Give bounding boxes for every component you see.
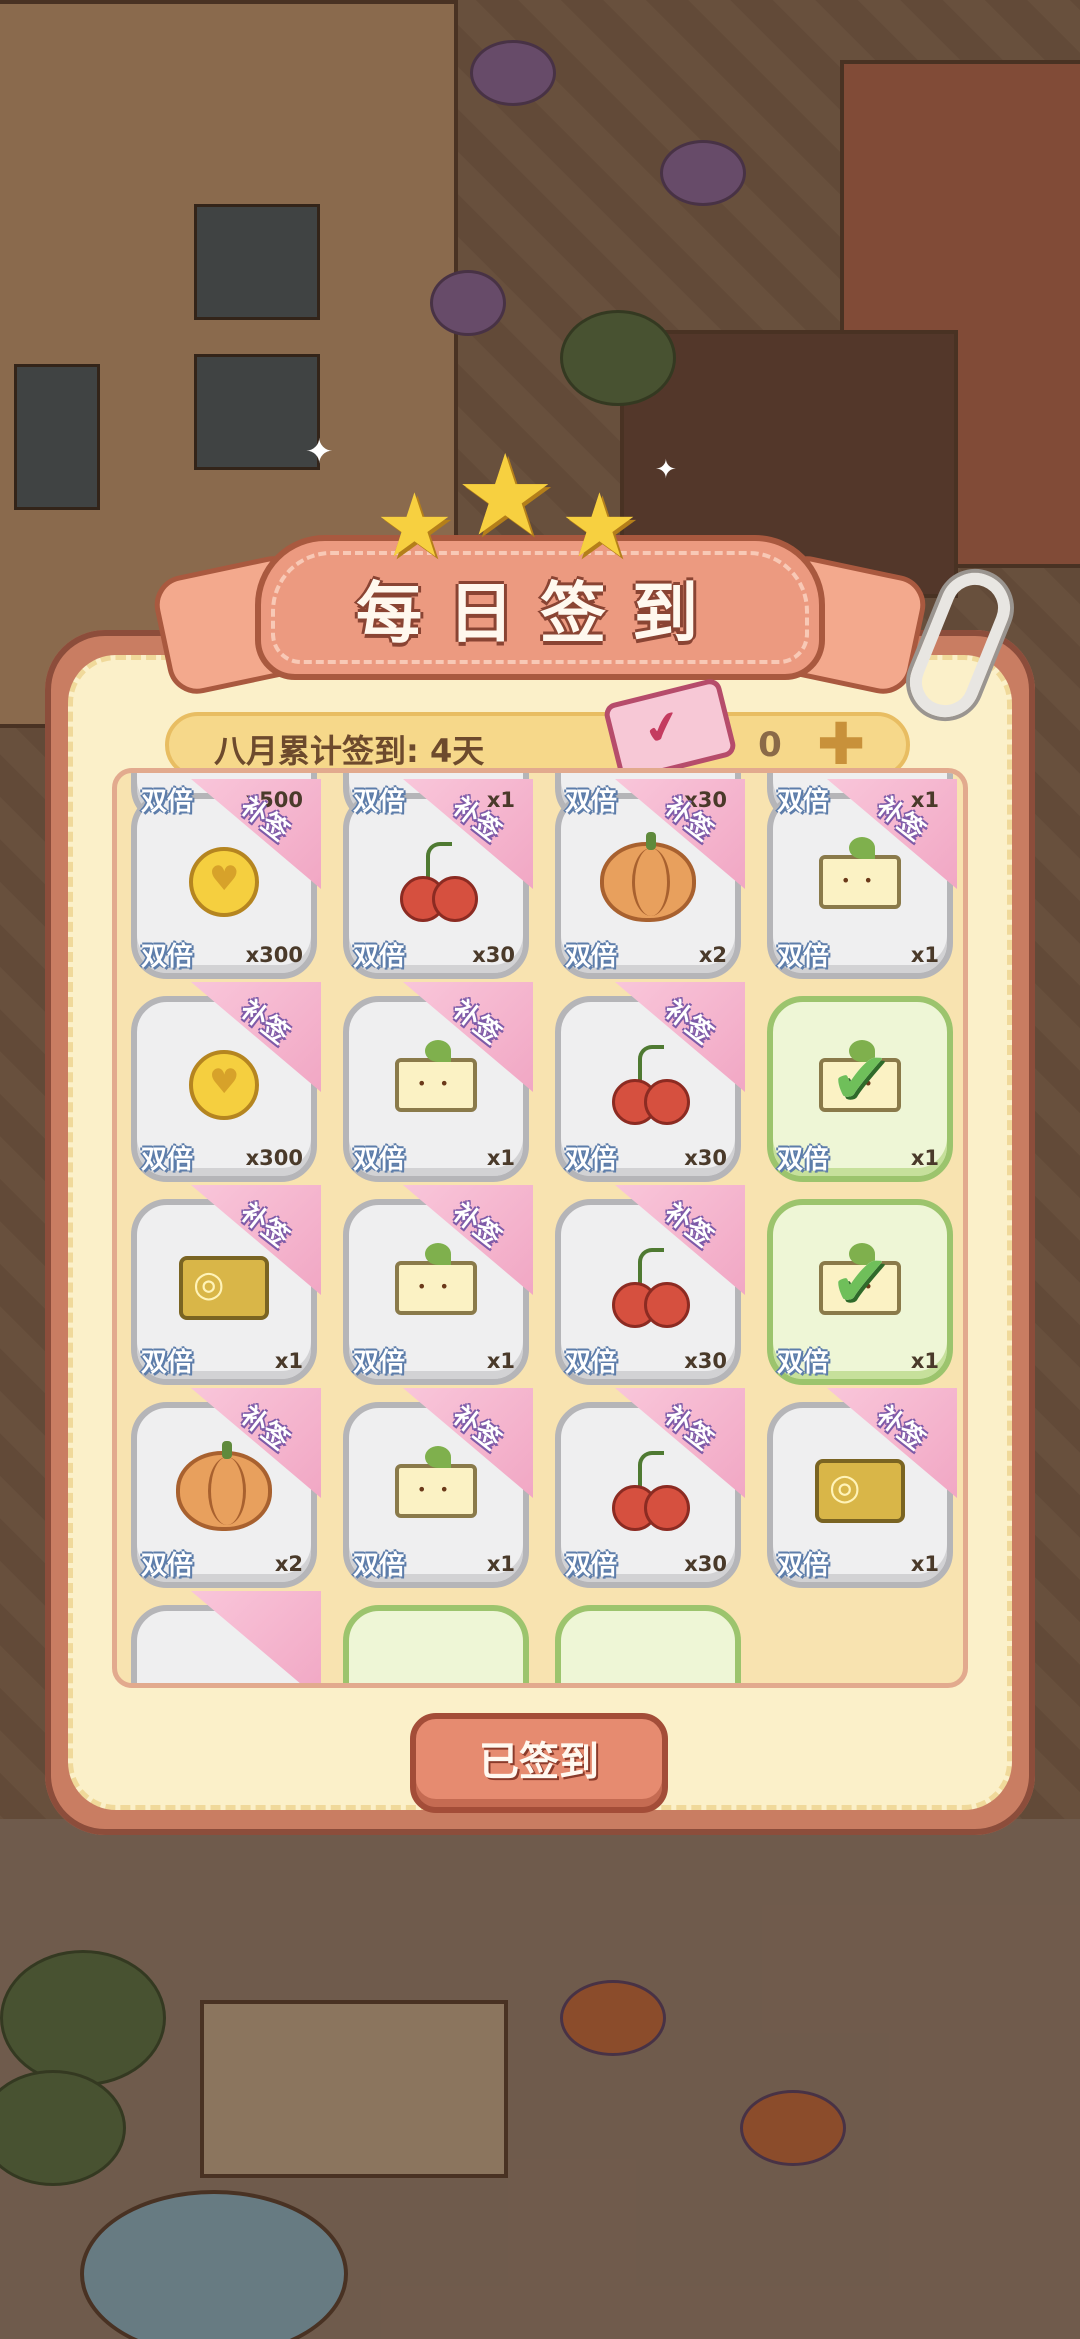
- cherry-icon: [396, 842, 478, 923]
- cherry-icon: [608, 1451, 690, 1532]
- reward-cell-makeup[interactable]: 补签 双倍 x30: [555, 982, 745, 1182]
- reward-quantity: x1: [486, 1349, 515, 1373]
- reward-quantity: x1: [910, 1349, 939, 1373]
- reward-cell-makeup[interactable]: 补签双倍x1: [767, 779, 957, 979]
- double-label: 双倍: [565, 942, 618, 972]
- reward-cell-makeup[interactable]: 补签双倍x1: [767, 1388, 957, 1588]
- reward-cell-makeup[interactable]: 补签双倍x1: [343, 982, 533, 1182]
- reward-quantity: x30: [684, 1146, 727, 1170]
- reward-cell-makeup[interactable]: 补签 双倍 x2: [131, 1388, 321, 1588]
- golden-ticket-icon: [815, 1459, 905, 1524]
- double-label: 双倍: [141, 942, 194, 972]
- reward-cell-makeup[interactable]: 补签双倍x1: [131, 1185, 321, 1385]
- reward-cell[interactable]: [343, 1605, 529, 1683]
- double-label: 双倍: [353, 1348, 406, 1378]
- pumpkin-icon: [600, 832, 696, 923]
- reward-quantity: x1: [274, 1349, 303, 1373]
- double-label: 双倍: [353, 787, 406, 817]
- reward-card: [343, 1605, 529, 1683]
- reward-quantity: x1: [486, 1552, 515, 1576]
- reward-cell-makeup[interactable]: 补签 双倍 x30: [343, 779, 533, 979]
- golden-ticket-icon: [179, 1256, 269, 1321]
- double-label: 双倍: [565, 1551, 618, 1581]
- reward-quantity: x1: [910, 1146, 939, 1170]
- reward-row: 补签双倍x300补签双倍x1补签双倍x30✔双倍x1: [131, 982, 961, 1191]
- reward-row-partial: [131, 1591, 961, 1683]
- add-ticket-button[interactable]: ✚: [815, 715, 867, 773]
- reward-quantity: x30: [684, 1552, 727, 1576]
- reward-cell-makeup[interactable]: 补签双倍x1: [343, 1185, 533, 1385]
- checkmark-icon: ✔: [829, 1238, 891, 1323]
- double-label: 双倍: [565, 1145, 618, 1175]
- reward-cell-signed[interactable]: ✔ 双倍 x1: [767, 1199, 953, 1385]
- reward-card: [555, 1605, 741, 1683]
- star-icon: ★: [455, 431, 556, 561]
- double-label: 双倍: [141, 1348, 194, 1378]
- checkmark-icon: ✔: [829, 1035, 891, 1120]
- double-label: 双倍: [777, 1551, 830, 1581]
- reward-quantity: x2: [274, 1552, 303, 1576]
- double-label: 双倍: [777, 1348, 830, 1378]
- stars-decoration: ★ ★ ★ ✦ ✦: [305, 432, 677, 577]
- reward-quantity: x30: [684, 1349, 727, 1373]
- cherry-icon: [608, 1248, 690, 1329]
- reward-quantity: x1: [910, 943, 939, 967]
- reward-cell[interactable]: [131, 1591, 321, 1683]
- double-label: 双倍: [141, 1551, 194, 1581]
- signed-in-button[interactable]: 已签到: [410, 1713, 668, 1813]
- reward-cell-makeup[interactable]: 补签双倍x300: [131, 982, 321, 1182]
- reward-quantity: x1: [486, 1146, 515, 1170]
- coin-icon: [189, 1050, 259, 1121]
- reward-cell-makeup[interactable]: 补签双倍x300: [131, 779, 321, 979]
- double-label: 双倍: [353, 1145, 406, 1175]
- reward-quantity: x2: [698, 943, 727, 967]
- double-label: 双倍: [777, 787, 830, 817]
- reward-cell-makeup[interactable]: 补签 双倍 x30: [555, 1185, 745, 1385]
- reward-cell-makeup[interactable]: 补签双倍x1: [343, 1388, 533, 1588]
- double-label: 双倍: [565, 787, 618, 817]
- sparkle-icon: ✦: [655, 455, 677, 485]
- reward-quantity: x300: [245, 1146, 303, 1170]
- cherry-icon: [608, 1045, 690, 1126]
- reward-cell-makeup[interactable]: 补签 双倍 x2: [555, 779, 745, 979]
- double-label: 双倍: [353, 1551, 406, 1581]
- sprout-box-icon: [819, 837, 901, 910]
- reward-row: 补签双倍x300补签双倍x30补签双倍x2补签双倍x1: [131, 779, 961, 988]
- dialog-title: 每日签到: [356, 575, 724, 652]
- double-label: 双倍: [777, 1145, 830, 1175]
- reward-row: 补签双倍x1补签双倍x1补签双倍x30✔双倍x1: [131, 1185, 961, 1394]
- coin-icon: [189, 847, 259, 918]
- reward-quantity: x300: [245, 943, 303, 967]
- double-label: 双倍: [777, 942, 830, 972]
- reward-quantity: x30: [472, 943, 515, 967]
- double-label: 双倍: [141, 1145, 194, 1175]
- reward-grid[interactable]: 双倍x500双倍x1双倍x30双倍x1补签双倍x300补签双倍x30补签双倍x2…: [112, 768, 968, 1688]
- sprout-box-icon: [395, 1040, 477, 1113]
- reward-row: 补签双倍x2补签双倍x1补签双倍x30补签双倍x1: [131, 1388, 961, 1597]
- reward-cell-signed[interactable]: ✔ 双倍 x1: [767, 996, 953, 1182]
- checkin-count-label: 八月累计签到: 4天: [214, 732, 485, 770]
- double-label: 双倍: [565, 1348, 618, 1378]
- sprout-box-icon: [395, 1243, 477, 1316]
- reward-cell[interactable]: [555, 1605, 741, 1683]
- reward-quantity: x1: [910, 1552, 939, 1576]
- double-label: 双倍: [141, 787, 194, 817]
- sparkle-icon: ✦: [305, 432, 334, 472]
- reward-cell-makeup[interactable]: 补签 双倍 x30: [555, 1388, 745, 1588]
- sprout-box-icon: [395, 1446, 477, 1519]
- pumpkin-icon: [176, 1441, 272, 1532]
- double-label: 双倍: [353, 942, 406, 972]
